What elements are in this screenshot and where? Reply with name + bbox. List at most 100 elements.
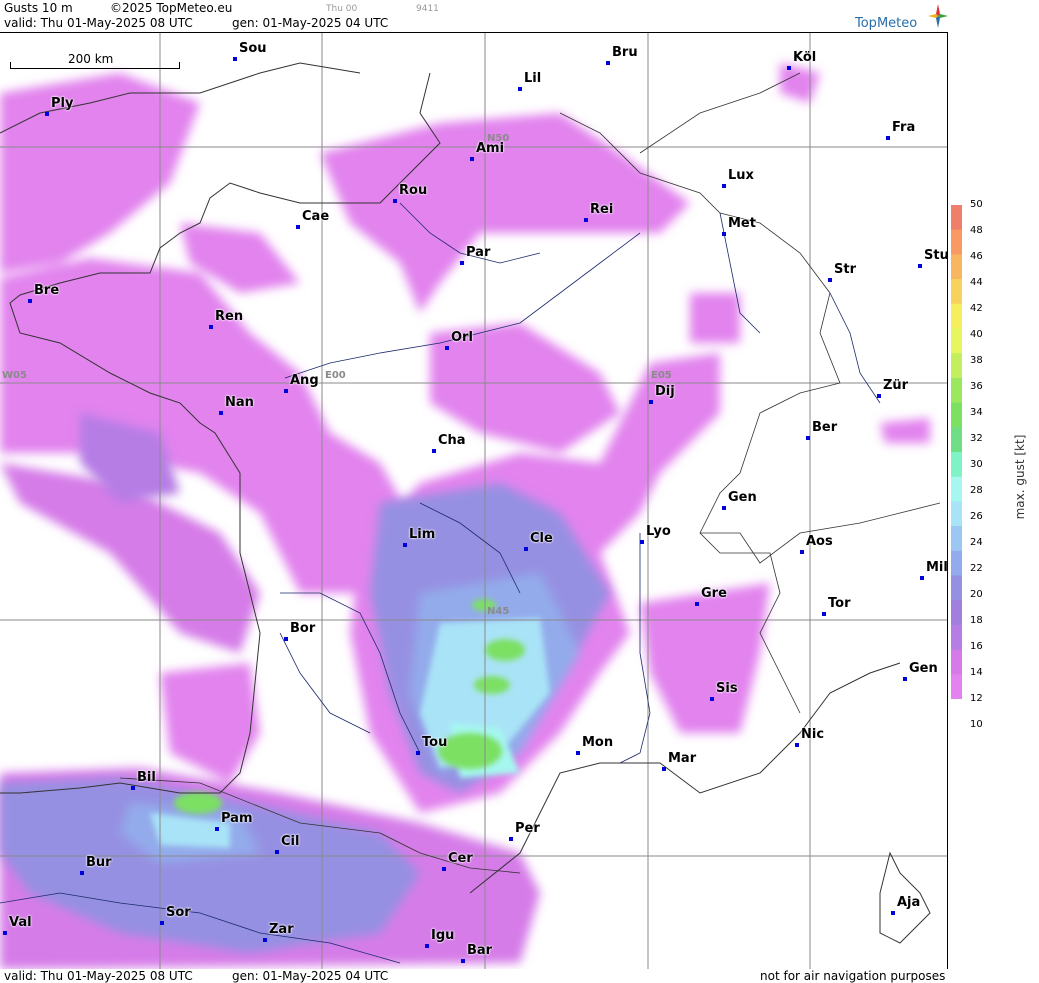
legend-swatch xyxy=(951,353,962,379)
city-label: Dij xyxy=(655,384,675,399)
grid-label-w05: W05 xyxy=(2,370,27,381)
city-marker xyxy=(215,827,219,831)
city-label: Str xyxy=(834,262,856,277)
city-label: Par xyxy=(466,245,491,260)
grid-label-e00: E00 xyxy=(325,370,346,381)
footer-valid: valid: Thu 01-May-2025 08 UTC xyxy=(4,969,193,983)
city-marker xyxy=(460,261,464,265)
legend-tick-label: 42 xyxy=(970,303,983,314)
legend-swatch xyxy=(951,501,962,527)
city-label: Cae xyxy=(302,209,330,224)
map-layers xyxy=(0,33,947,969)
city-label: Lyo xyxy=(646,524,671,539)
city-label: Köl xyxy=(793,50,817,65)
legend-tick-label: 36 xyxy=(970,381,983,392)
city-marker xyxy=(695,602,699,606)
city-label: Lux xyxy=(728,168,754,183)
city-marker xyxy=(442,867,446,871)
legend-swatch xyxy=(951,526,962,552)
city-label: Nan xyxy=(225,395,254,410)
city-marker xyxy=(584,218,588,222)
city-marker xyxy=(524,547,528,551)
city-marker xyxy=(160,921,164,925)
city-label: Cha xyxy=(438,433,466,448)
city-marker xyxy=(903,677,907,681)
city-label: Stu xyxy=(924,248,948,263)
city-label: Tou xyxy=(422,735,448,750)
city-label: Pam xyxy=(221,811,253,826)
city-label: Bur xyxy=(86,855,112,870)
legend-tick-label: 18 xyxy=(970,615,983,626)
city-label: Ren xyxy=(215,309,244,324)
city-marker xyxy=(795,743,799,747)
grid-label-e05: E05 xyxy=(651,370,672,381)
city-label: Ply xyxy=(51,96,74,111)
city-label: Aja xyxy=(897,895,921,910)
city-label: Zür xyxy=(883,378,909,393)
legend-swatch xyxy=(951,279,962,305)
legend-tick-label: 30 xyxy=(970,459,983,470)
city-label: Ber xyxy=(812,420,838,435)
city-marker xyxy=(209,325,213,329)
city-marker xyxy=(296,225,300,229)
city-label: Met xyxy=(728,216,756,231)
city-label: Bor xyxy=(290,621,316,636)
legend-swatch xyxy=(951,402,962,428)
city-marker xyxy=(649,400,653,404)
city-label: Bre xyxy=(34,283,60,298)
city-marker xyxy=(403,543,407,547)
legend-tick-label: 26 xyxy=(970,511,983,522)
city-label: Bru xyxy=(612,45,638,60)
scale-bar: 200 km xyxy=(10,52,182,70)
run-label: Thu 00 xyxy=(326,4,358,14)
product-title: Gusts 10 m xyxy=(4,1,73,15)
city-marker xyxy=(416,751,420,755)
legend-swatch xyxy=(951,229,962,255)
city-label: Tor xyxy=(828,596,851,611)
city-label: Nic xyxy=(801,727,825,742)
city-marker xyxy=(710,697,714,701)
city-marker xyxy=(80,871,84,875)
city-marker xyxy=(131,786,135,790)
legend-swatch xyxy=(951,674,962,699)
city-marker xyxy=(461,959,465,963)
city-marker xyxy=(800,550,804,554)
city-label: Aos xyxy=(806,534,833,549)
city-marker xyxy=(425,944,429,948)
city-label: Cer xyxy=(448,851,473,866)
legend-swatch xyxy=(951,205,962,231)
city-label: Sor xyxy=(166,905,191,920)
scale-label: 200 km xyxy=(68,52,114,66)
city-marker xyxy=(45,112,49,116)
city-label: Per xyxy=(515,821,540,836)
city-label: Lil xyxy=(524,71,542,86)
grid-label-n45: N45 xyxy=(487,606,510,617)
legend-tick-label: 14 xyxy=(970,667,983,678)
city-label: Zar xyxy=(269,922,294,937)
gust-map[interactable]: 200 km N50 N45 W05 E00 E05 Sou Bru Köl Ply L… xyxy=(0,32,948,969)
city-marker xyxy=(806,436,810,440)
legend-swatch xyxy=(951,624,962,651)
legend-swatch xyxy=(951,303,962,329)
city-label: Bil xyxy=(137,770,156,785)
legend-swatch xyxy=(951,377,962,404)
legend-tick-label: 16 xyxy=(970,641,983,652)
valid-time: valid: Thu 01-May-2025 08 UTC xyxy=(4,16,193,30)
legend-swatch xyxy=(951,550,962,576)
city-marker xyxy=(606,61,610,65)
legend-tick-label: 34 xyxy=(970,407,983,418)
city-marker xyxy=(787,66,791,70)
footer-gen: gen: 01-May-2025 04 UTC xyxy=(232,969,389,983)
city-marker xyxy=(3,931,7,935)
city-marker xyxy=(263,938,267,942)
city-marker xyxy=(662,767,666,771)
city-label: Gen xyxy=(728,490,757,505)
legend-swatch xyxy=(951,254,962,280)
city-label: Ami xyxy=(476,141,505,156)
legend-tick-label: 10 xyxy=(970,719,983,730)
legend-tick-label: 32 xyxy=(970,433,983,444)
city-marker xyxy=(920,576,924,580)
city-marker xyxy=(284,389,288,393)
city-marker xyxy=(722,506,726,510)
copyright: ©2025 TopMeteo.eu xyxy=(110,1,233,15)
